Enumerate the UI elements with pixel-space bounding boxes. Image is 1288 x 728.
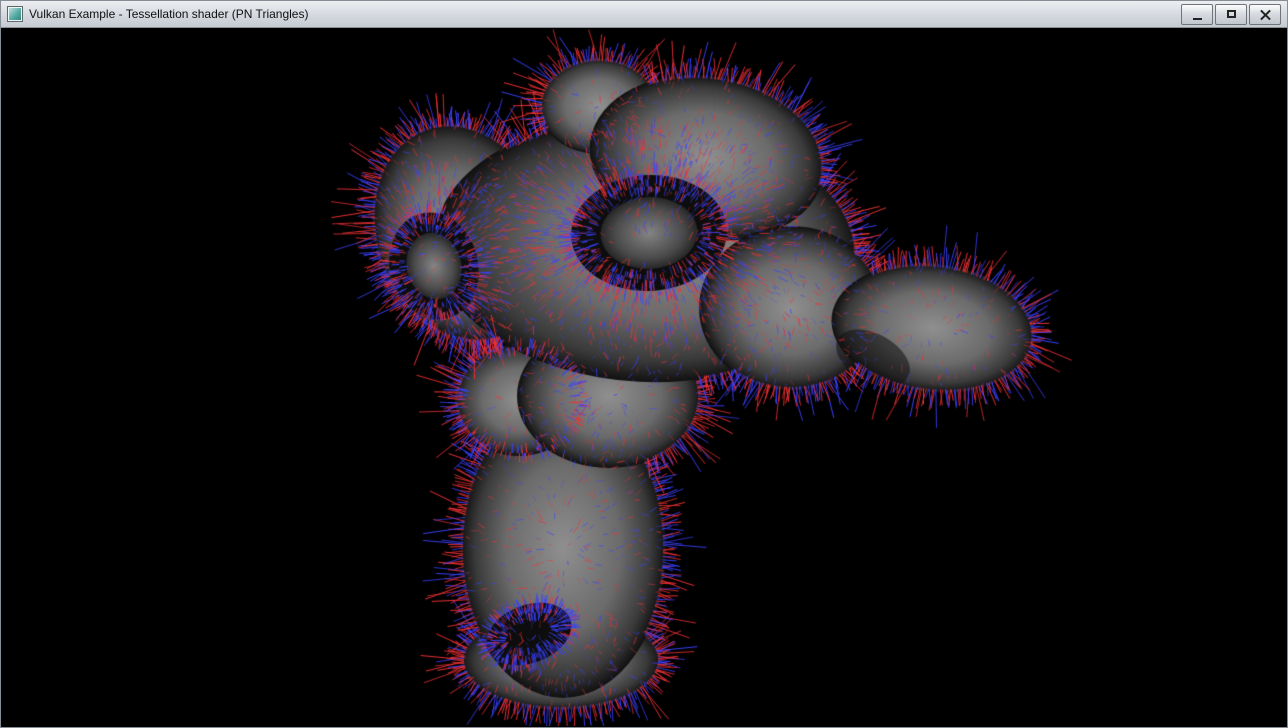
minimize-icon (1193, 18, 1202, 20)
close-icon (1260, 9, 1271, 20)
minimize-button[interactable] (1181, 4, 1213, 25)
maximize-icon (1227, 10, 1236, 18)
title-bar[interactable]: Vulkan Example - Tessellation shader (PN… (1, 1, 1287, 28)
close-button[interactable] (1249, 4, 1281, 25)
app-window: Vulkan Example - Tessellation shader (PN… (0, 0, 1288, 728)
app-icon (7, 6, 23, 22)
window-controls (1179, 4, 1281, 25)
window-title: Vulkan Example - Tessellation shader (PN… (29, 7, 308, 21)
render-viewport[interactable] (1, 28, 1287, 726)
maximize-button[interactable] (1215, 4, 1247, 25)
